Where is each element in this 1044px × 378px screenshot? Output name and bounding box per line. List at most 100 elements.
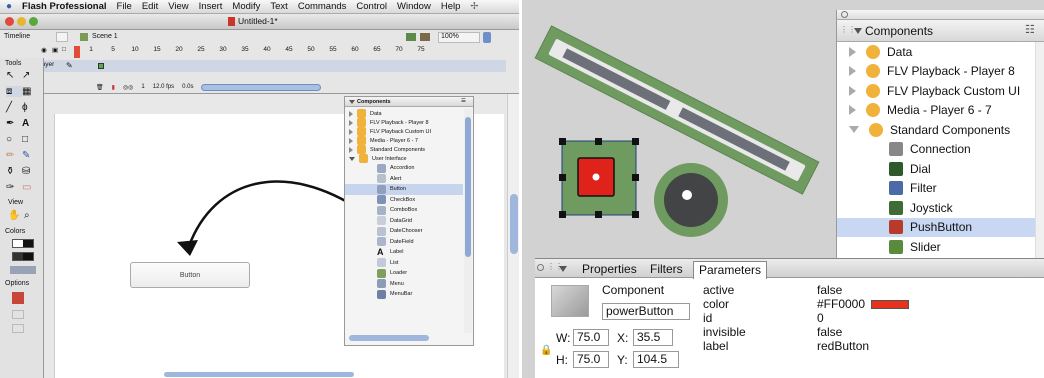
selection-handle-ml[interactable]: [559, 174, 566, 181]
component-combobox[interactable]: ComboBox: [345, 205, 463, 216]
folder-media[interactable]: Media - Player 6 - 7: [345, 136, 463, 145]
component-menu[interactable]: Menu: [345, 279, 463, 290]
menu-app[interactable]: Flash Professional: [22, 1, 106, 12]
expand-icon[interactable]: [349, 137, 353, 144]
expand-icon[interactable]: [349, 146, 353, 153]
component-item-connection[interactable]: Connection: [837, 140, 1044, 160]
height-field[interactable]: 75.0: [573, 351, 609, 368]
text-tool-icon[interactable]: A: [22, 118, 38, 129]
folder-user-interface[interactable]: User Interface: [345, 154, 463, 163]
stage-vscroll-thumb[interactable]: [510, 194, 518, 254]
tab-filters[interactable]: Filters: [645, 261, 688, 277]
gradient-tool-icon[interactable]: ▦: [22, 86, 38, 97]
menu-insert[interactable]: Insert: [199, 1, 223, 12]
ink-bottle-tool-icon[interactable]: ⚱: [6, 166, 22, 177]
folder-flv-custom[interactable]: FLV Playback Custom UI: [345, 127, 463, 136]
component-item-dial[interactable]: Dial: [837, 159, 1044, 179]
instance-name-field[interactable]: powerButton: [602, 303, 690, 320]
expand-triangle-icon[interactable]: [849, 66, 856, 77]
layer-row[interactable]: Layer 1 ✎: [36, 60, 506, 72]
collapse-icon[interactable]: [349, 156, 355, 161]
expand-triangle-icon[interactable]: [849, 105, 856, 116]
expand-icon[interactable]: [349, 119, 353, 126]
folder-standard[interactable]: Standard Components: [345, 145, 463, 154]
component-item-data[interactable]: Data: [837, 42, 1044, 62]
selection-handle-bl[interactable]: [559, 211, 566, 218]
back-arrow-icon[interactable]: [56, 32, 68, 42]
component-datechooser[interactable]: DateChooser: [345, 226, 463, 237]
component-item-pushbutton[interactable]: PushButton: [837, 217, 1044, 237]
minimize-window-icon[interactable]: [17, 17, 26, 26]
collapse-triangle-icon[interactable]: [849, 126, 859, 134]
straighten-option-icon[interactable]: [12, 324, 24, 333]
component-accordion[interactable]: Accordion: [345, 163, 463, 174]
param-row-active[interactable]: active false: [703, 283, 1033, 297]
tab-parameters[interactable]: Parameters: [693, 261, 768, 279]
component-item-filter[interactable]: Filter: [837, 179, 1044, 199]
collapse-panel-icon[interactable]: [854, 28, 862, 34]
selection-tool-icon[interactable]: ↖: [6, 70, 22, 81]
pencil-tool-icon[interactable]: ✏: [6, 150, 22, 161]
components-vscroll[interactable]: [1035, 42, 1044, 265]
menu-file[interactable]: File: [117, 1, 132, 12]
param-row-color[interactable]: color #FF0000: [703, 297, 1033, 311]
stage-vscroll[interactable]: [507, 94, 519, 378]
menu-modify[interactable]: Modify: [232, 1, 260, 12]
lock-icon[interactable]: ▣: [52, 46, 62, 58]
snap-magnet-icon[interactable]: [12, 292, 24, 304]
component-item-standard-components[interactable]: Standard Components: [837, 120, 1044, 140]
width-field[interactable]: 75.0: [573, 329, 609, 346]
smooth-option-icon[interactable]: [12, 310, 24, 319]
line-tool-icon[interactable]: ╱: [6, 102, 22, 113]
menu-view[interactable]: View: [168, 1, 188, 12]
keyframe-dot[interactable]: [98, 63, 104, 69]
expand-triangle-icon[interactable]: [849, 85, 856, 96]
folder-data[interactable]: Data: [345, 109, 463, 118]
components-small-vscroll[interactable]: [464, 109, 472, 333]
component-item-flv-playback-custom-ui[interactable]: FLV Playback Custom UI: [837, 81, 1044, 101]
component-datefield[interactable]: DateField: [345, 237, 463, 248]
component-checkbox[interactable]: CheckBox: [345, 195, 463, 206]
component-button[interactable]: Button: [345, 184, 463, 195]
bluetooth-icon[interactable]: ✢: [470, 1, 478, 12]
menu-edit[interactable]: Edit: [142, 1, 158, 12]
close-window-icon[interactable]: [5, 17, 14, 26]
outline-icon[interactable]: □: [62, 46, 74, 58]
folder-flv-player8[interactable]: FLV Playback - Player 8: [345, 118, 463, 127]
zoom-stepper[interactable]: [483, 32, 491, 43]
brush-tool-icon[interactable]: ✎: [22, 150, 38, 161]
stroke-color-swatch[interactable]: [12, 239, 34, 248]
components-small-vscroll-thumb[interactable]: [465, 117, 471, 257]
lock-icon[interactable]: 🔒: [540, 345, 552, 356]
hand-tool-icon[interactable]: ✋: [8, 210, 20, 221]
param-row-id[interactable]: id 0: [703, 311, 1033, 325]
fill-color-swatch[interactable]: [12, 252, 34, 261]
panel-close-icon[interactable]: [841, 11, 848, 18]
expand-triangle-icon[interactable]: [849, 46, 856, 57]
component-item-media-player-6-7[interactable]: Media - Player 6 - 7: [837, 101, 1044, 121]
collapse-panel-icon[interactable]: [559, 266, 567, 272]
panel-menu-icon[interactable]: ☰: [461, 98, 466, 104]
selection-handle-br[interactable]: [632, 211, 639, 218]
expand-icon[interactable]: [349, 110, 353, 117]
paint-bucket-tool-icon[interactable]: ⛁: [22, 166, 38, 177]
menu-text[interactable]: Text: [270, 1, 287, 12]
selection-handle-bm[interactable]: [595, 211, 602, 218]
swap-colors-icon[interactable]: [10, 266, 36, 274]
trash-icon[interactable]: 🗑: [96, 84, 104, 91]
zoom-select[interactable]: 100%: [438, 32, 480, 43]
panel-close-icon[interactable]: [537, 264, 544, 271]
component-item-joystick[interactable]: Joystick: [837, 198, 1044, 218]
eye-icon[interactable]: ◉: [36, 46, 52, 58]
eyedropper-tool-icon[interactable]: ✑: [6, 182, 22, 193]
collapse-triangle-icon[interactable]: [349, 100, 355, 104]
stage-hscroll[interactable]: [164, 372, 354, 377]
pen-tool-icon[interactable]: ✒: [6, 118, 22, 129]
y-field[interactable]: 104.5: [633, 351, 679, 368]
components-small-hscroll[interactable]: [349, 335, 429, 341]
edit-scene-icon[interactable]: [420, 33, 430, 41]
menu-commands[interactable]: Commands: [298, 1, 347, 12]
color-swatch[interactable]: [871, 299, 909, 309]
menu-control[interactable]: Control: [356, 1, 387, 12]
component-item-flv-playback-player-8[interactable]: FLV Playback - Player 8: [837, 62, 1044, 82]
